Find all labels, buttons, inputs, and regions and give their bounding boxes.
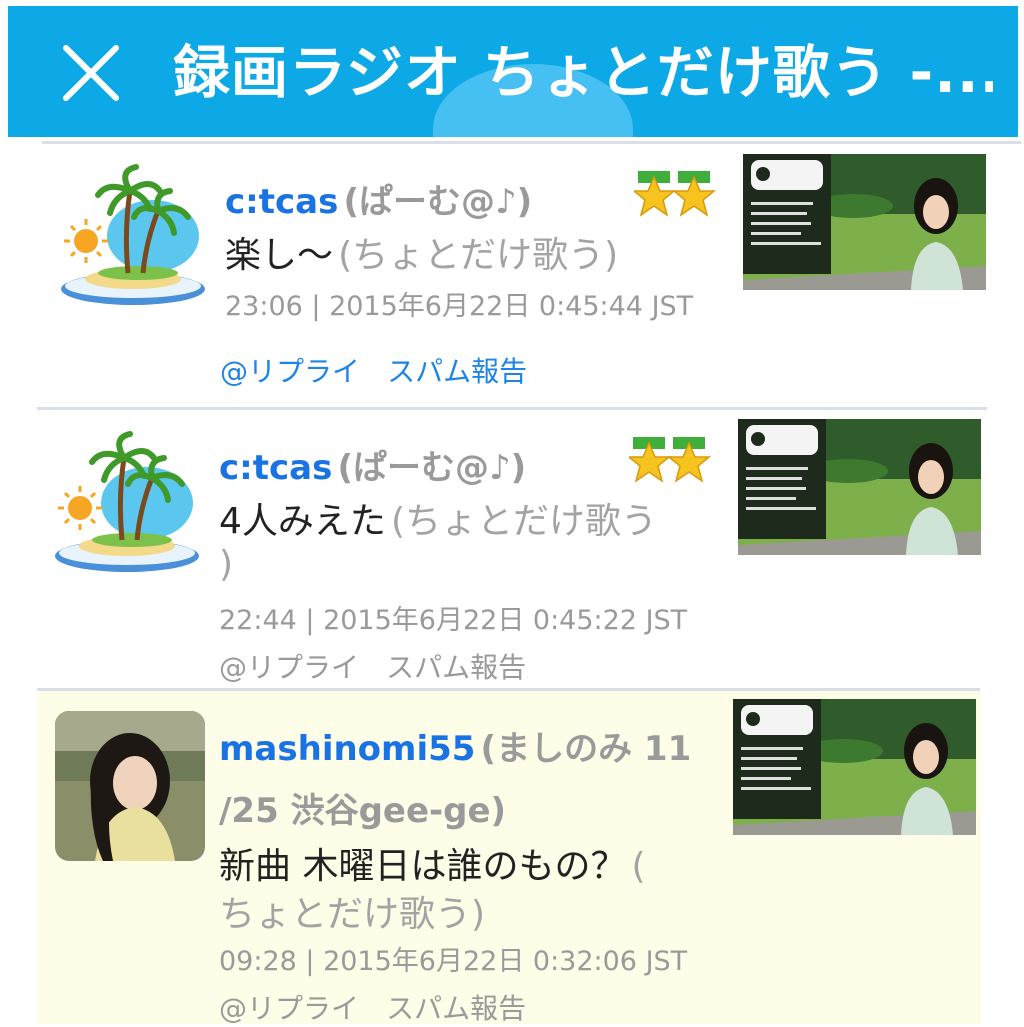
username-link[interactable]: mashinomi55 [219, 729, 475, 769]
palm-island-icon [61, 164, 205, 305]
message-source-continued: ちょとだけ歌う) [219, 894, 486, 935]
message-text: 楽し〜 [225, 235, 334, 276]
stream-thumbnail[interactable] [738, 419, 981, 555]
user-nickname: (ましのみ 11 [480, 729, 692, 769]
stream-thumbnail[interactable] [743, 154, 986, 290]
stream-thumbnail[interactable] [733, 699, 976, 835]
page-title: 録画ラジオ ちょとだけ歌う -... [173, 40, 993, 106]
user-nickname-continued: /25 渋谷gee-ge) [219, 791, 507, 831]
list-item-highlighted: mashinomi55 (ましのみ 11 /25 渋谷gee-ge) 新曲 木曜… [37, 691, 980, 1025]
reply-link[interactable]: @リプライ [219, 651, 359, 684]
spam-report-link[interactable]: スパム報告 [386, 651, 526, 684]
double-star-badge-icon [629, 437, 711, 483]
double-star-badge-icon [634, 171, 716, 217]
spam-report-link[interactable]: スパム報告 [387, 355, 527, 388]
message-source: (ちょとだけ歌う) [338, 235, 619, 276]
user-nickname: (ぱーむ@♪) [343, 182, 533, 222]
list-item: c:tcas (ぱーむ@♪) 4人みえた (ちょとだけ歌う ) 22:44 | … [0, 410, 1024, 688]
user-nickname: (ぱーむ@♪) [337, 448, 527, 488]
timestamp: 23:06 | 2015年6月22日 0:45:44 JST [225, 291, 694, 322]
user-avatar [55, 711, 205, 861]
username-link[interactable]: c:tcas [219, 448, 332, 488]
message-source: (ちょとだけ歌う [391, 501, 658, 542]
message-text: 新曲 木曜日は誰のもの？ [219, 846, 627, 887]
app-header: 録画ラジオ ちょとだけ歌う -... [8, 6, 1018, 137]
reply-link[interactable]: @リプライ [220, 355, 360, 388]
timestamp: 09:28 | 2015年6月22日 0:32:06 JST [219, 946, 688, 977]
message-text: 4人みえた [219, 501, 386, 542]
close-icon[interactable] [60, 42, 122, 104]
message-source: ( [631, 846, 646, 887]
username-link[interactable]: c:tcas [225, 182, 338, 222]
spam-report-link[interactable]: スパム報告 [386, 992, 526, 1025]
message-source-continued: ) [219, 544, 234, 585]
timestamp: 22:44 | 2015年6月22日 0:45:22 JST [219, 605, 688, 636]
palm-island-icon [55, 431, 199, 572]
reply-link[interactable]: @リプライ [219, 992, 359, 1025]
list-item: c:tcas (ぱーむ@♪) 楽し〜 (ちょとだけ歌う) 23:06 | 201… [0, 144, 1024, 408]
